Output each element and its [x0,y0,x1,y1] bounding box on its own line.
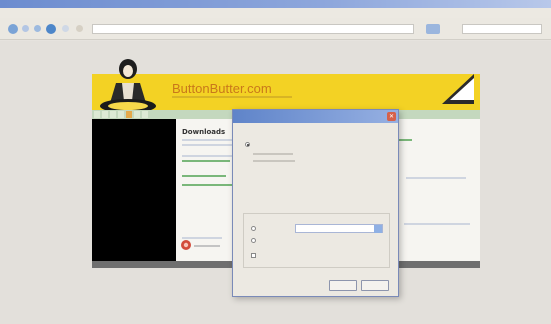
stop-icon[interactable] [62,25,69,32]
address-bar[interactable] [92,24,414,34]
text-line [406,177,466,179]
tab-6[interactable] [134,111,140,118]
text-line [253,160,295,162]
forward-icon[interactable] [22,25,29,32]
tagline-bar [172,96,292,98]
open-with-radio[interactable] [251,226,256,231]
cancel-button[interactable] [361,280,389,291]
download-link[interactable] [182,175,226,177]
remember-checkbox[interactable] [251,253,256,258]
tab-home[interactable] [94,111,100,118]
text-line [182,155,232,157]
corner-badge-icon [442,74,474,104]
menubar [0,8,551,18]
chevron-down-icon[interactable] [374,225,382,233]
close-icon[interactable]: ✕ [387,112,396,121]
text-line [194,245,220,247]
acrobat-icon[interactable] [180,239,192,251]
tab-downloads[interactable] [126,111,132,118]
tab-3[interactable] [110,111,116,118]
tab-7[interactable] [142,111,148,118]
tab-4[interactable] [118,111,124,118]
options-group [243,213,390,268]
tab-2[interactable] [102,111,108,118]
text-line [404,223,470,225]
save-radio[interactable] [251,238,256,243]
back-icon[interactable] [8,24,18,34]
brand-name[interactable]: ButtonButter.com [172,81,272,96]
open-radio[interactable] [245,142,250,147]
refresh-icon[interactable] [34,25,41,32]
ok-button[interactable] [329,280,357,291]
dialog-titlebar: ✕ [233,110,398,123]
open-file-dialog: ✕ ​ [232,109,399,297]
search-input[interactable] [462,24,542,34]
text-line [253,153,293,155]
go-button[interactable] [426,24,440,34]
window-titlebar [0,0,551,8]
page-title: Downloads [182,128,226,136]
page-icon [76,25,83,32]
download-link[interactable] [182,160,230,162]
application-select[interactable] [295,224,383,233]
left-sidebar [92,119,176,261]
download-link[interactable] [182,184,232,186]
navigation-bar [0,18,551,40]
home-icon[interactable] [46,24,56,34]
